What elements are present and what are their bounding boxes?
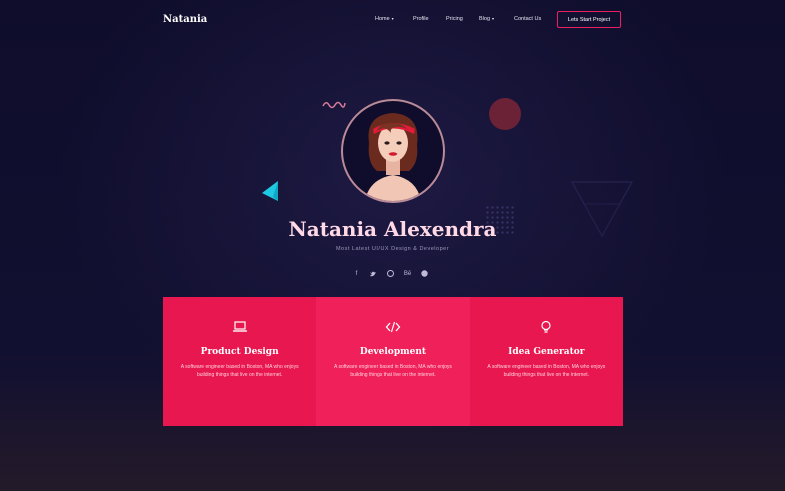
- nav-item-blog[interactable]: Blog ▾: [479, 16, 494, 22]
- nav-label: Profile: [413, 16, 429, 22]
- code-icon: [385, 321, 401, 333]
- service-title: Product Design: [200, 347, 279, 357]
- behance-icon[interactable]: Bē: [403, 269, 412, 278]
- service-card-development[interactable]: Development A software engineer based in…: [316, 297, 470, 426]
- twitter-icon[interactable]: [369, 269, 378, 278]
- service-card-product-design[interactable]: Product Design A software engineer based…: [163, 297, 317, 426]
- nav-item-home[interactable]: Home ▾: [375, 16, 394, 22]
- facebook-icon[interactable]: f: [352, 269, 361, 278]
- avatar: [341, 99, 445, 203]
- service-title: Idea Generator: [508, 347, 585, 357]
- service-card-idea-generator[interactable]: Idea Generator A software engineer based…: [469, 297, 623, 426]
- nav-item-contact[interactable]: Contact Us: [514, 16, 541, 22]
- bulb-icon: [541, 320, 551, 333]
- nav-label: Blog: [479, 16, 491, 22]
- nav-item-profile[interactable]: Profile: [413, 16, 429, 22]
- chevron-down-icon: ▾: [492, 16, 495, 21]
- service-title: Development: [359, 347, 427, 357]
- nav-label: Contact Us: [514, 16, 542, 22]
- squiggle-decoration: [322, 101, 346, 109]
- circle-decoration: [489, 98, 521, 130]
- site-logo[interactable]: Natania: [163, 14, 207, 25]
- hero-name: Natania Alexendra: [288, 217, 497, 241]
- service-description: A software engineer based in Boston, MA …: [334, 364, 452, 378]
- nav-item-pricing[interactable]: Pricing: [446, 16, 463, 22]
- laptop-icon: [232, 321, 247, 332]
- pinterest-icon[interactable]: [420, 269, 429, 278]
- button-label: Lets Start Project: [567, 16, 611, 23]
- social-links: f Bē: [352, 269, 429, 278]
- dribbble-icon[interactable]: [386, 269, 395, 278]
- site-header: Natania Home ▾ Profile Pricing Blog ▾ Cont…: [0, 0, 785, 40]
- hero-tagline: Most Latest UI/UX Design & Developer: [335, 246, 450, 252]
- services-section: Product Design A software engineer based…: [163, 297, 623, 426]
- nav-label: Home: [375, 16, 390, 22]
- service-description: A software engineer based in Boston, MA …: [487, 364, 606, 378]
- portrait-illustration: [365, 113, 421, 201]
- nav-label: Pricing: [446, 16, 463, 22]
- chevron-down-icon: ▾: [391, 16, 394, 21]
- start-project-button[interactable]: Lets Start Project: [557, 11, 621, 28]
- service-description: A software engineer based in Boston, MA …: [180, 364, 299, 378]
- triangle-decoration: [262, 181, 278, 201]
